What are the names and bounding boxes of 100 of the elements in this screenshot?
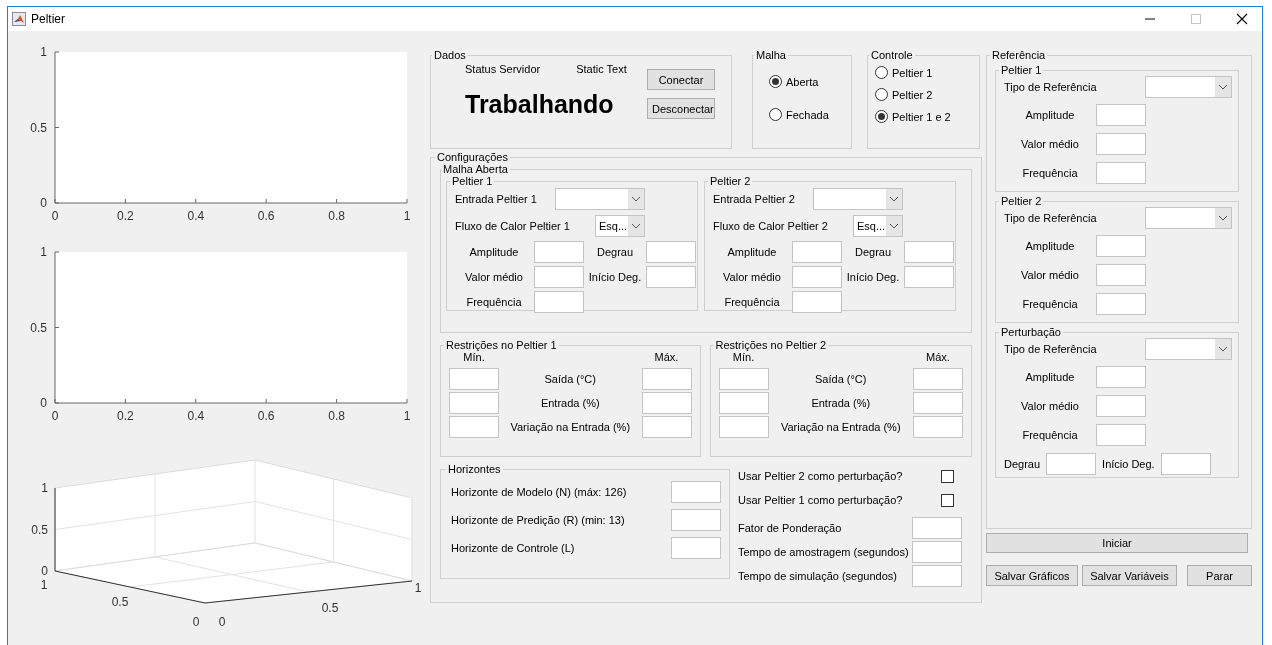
input-field[interactable] xyxy=(1096,264,1146,286)
input-field[interactable] xyxy=(912,565,962,587)
dropdown[interactable] xyxy=(813,188,903,210)
field-label: Degrau xyxy=(595,246,635,258)
start-button[interactable]: Iniciar xyxy=(986,533,1248,553)
radio-button[interactable]: Fechada xyxy=(769,108,845,121)
close-icon[interactable] xyxy=(1236,13,1248,25)
field-label: Entrada Peltier 2 xyxy=(713,193,796,205)
dropdown[interactable] xyxy=(1145,338,1232,360)
caret-icon xyxy=(886,216,902,236)
disconnect-button[interactable]: Desconectar xyxy=(647,98,715,119)
input-field[interactable] xyxy=(641,368,692,390)
input-field[interactable] xyxy=(534,291,584,313)
input-field[interactable] xyxy=(718,416,769,438)
field-label: Valor médio xyxy=(722,271,782,283)
input-field[interactable] xyxy=(641,392,692,414)
input-field[interactable] xyxy=(671,481,721,503)
panel-title: Peltier 2 xyxy=(709,175,752,187)
dropdown[interactable] xyxy=(1145,207,1232,229)
field-label: Variação na Entrada (%) xyxy=(509,421,632,433)
tick-label: 0.2 xyxy=(117,209,134,223)
input-field[interactable] xyxy=(718,368,769,390)
field-label: Amplitude xyxy=(726,246,778,258)
input-field[interactable] xyxy=(646,266,696,288)
radio-button[interactable]: Peltier 1 xyxy=(875,66,973,79)
field-label: Entrada (%) xyxy=(810,397,872,409)
caret-icon xyxy=(1215,208,1231,228)
input-field[interactable] xyxy=(1096,133,1146,155)
status-label: Status Servidor xyxy=(465,63,541,75)
input-field[interactable] xyxy=(792,291,842,313)
field-label: Tipo de Referência xyxy=(1004,343,1097,355)
field-label: Entrada (%) xyxy=(539,397,601,409)
column-label: Mín. xyxy=(731,351,756,363)
dropdown[interactable]: Esq... xyxy=(595,215,645,237)
dropdown[interactable] xyxy=(555,188,645,210)
input-field[interactable] xyxy=(671,509,721,531)
dropdown[interactable]: Esq... xyxy=(853,215,903,237)
input-field[interactable] xyxy=(792,241,842,263)
input-field[interactable] xyxy=(913,392,963,414)
action-button[interactable]: Salvar Variáveis xyxy=(1082,565,1177,586)
input-field[interactable] xyxy=(1096,366,1146,388)
panel-title: Peltier 2 xyxy=(1000,195,1043,207)
field-label: Fator de Ponderação xyxy=(738,522,842,534)
input-field[interactable] xyxy=(1046,453,1097,475)
radio-button[interactable]: Peltier 1 e 2 xyxy=(875,110,973,123)
checkbox-label: Usar Peltier 1 como perturbação? xyxy=(738,494,903,506)
input-field[interactable] xyxy=(1096,395,1146,417)
input-field[interactable] xyxy=(671,537,721,559)
input-field[interactable] xyxy=(904,241,954,263)
tick-label: 1 xyxy=(403,409,411,423)
tick-label: 1 xyxy=(40,245,47,259)
input-field[interactable] xyxy=(912,517,962,539)
input-field[interactable] xyxy=(913,416,963,438)
tick-label: 1 xyxy=(41,481,48,495)
field-label: Frequência xyxy=(1021,298,1079,310)
field-label: Início Deg. xyxy=(845,271,901,283)
static-text: Static Text xyxy=(576,63,627,75)
panel-title: Controle xyxy=(870,49,914,61)
input-field[interactable] xyxy=(792,266,842,288)
tick-label: 0.6 xyxy=(257,409,275,423)
input-field[interactable] xyxy=(718,392,769,414)
input-field[interactable] xyxy=(913,368,963,390)
input-field[interactable] xyxy=(1096,424,1146,446)
checkbox[interactable] xyxy=(941,469,954,483)
input-field[interactable] xyxy=(912,541,962,563)
radio-button[interactable]: Peltier 2 xyxy=(875,88,973,101)
input-field[interactable] xyxy=(1160,453,1211,475)
maximize-icon[interactable] xyxy=(1190,13,1202,25)
connect-button[interactable]: Conectar xyxy=(647,69,715,90)
field-label: Fluxo de Calor Peltier 1 xyxy=(455,220,571,232)
input-field[interactable] xyxy=(641,416,692,438)
window-title: Peltier xyxy=(31,12,65,26)
column-label: Máx. xyxy=(925,351,951,363)
field-label: Tipo de Referência xyxy=(1004,212,1097,224)
caret-icon xyxy=(628,216,644,236)
field-label: Variação na Entrada (%) xyxy=(779,421,902,433)
input-field[interactable] xyxy=(1096,235,1146,257)
input-field[interactable] xyxy=(1096,293,1146,315)
input-field[interactable] xyxy=(1096,104,1146,126)
panel-title: Peltier 1 xyxy=(451,175,494,187)
action-button[interactable]: Salvar Gráficos xyxy=(986,565,1078,586)
input-field[interactable] xyxy=(449,368,499,390)
input-field[interactable] xyxy=(449,392,499,414)
radio-button[interactable]: Aberta xyxy=(769,75,845,88)
tick-label: 0 xyxy=(51,209,59,223)
dropdown[interactable] xyxy=(1145,76,1232,98)
panel-title: Restrições no Peltier 1 xyxy=(445,339,558,351)
input-field[interactable] xyxy=(534,241,584,263)
input-field[interactable] xyxy=(904,266,954,288)
input-field[interactable] xyxy=(646,241,696,263)
field-label: Início Deg. xyxy=(1102,458,1155,470)
tick-label: 0.8 xyxy=(328,409,345,423)
input-field[interactable] xyxy=(1096,162,1146,184)
tick-label: 0 xyxy=(51,409,59,423)
tick-label: 0.5 xyxy=(30,120,47,135)
checkbox[interactable] xyxy=(941,493,954,507)
input-field[interactable] xyxy=(534,266,584,288)
field-label: Saída (°C) xyxy=(543,373,597,385)
action-button[interactable]: Parar xyxy=(1187,565,1252,586)
input-field[interactable] xyxy=(449,416,499,438)
